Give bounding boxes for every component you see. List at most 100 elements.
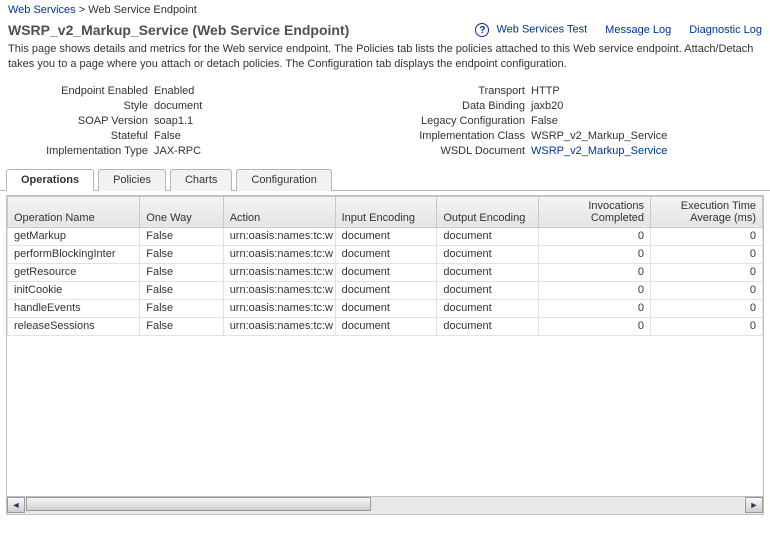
cell-invocations: 0 [539,317,651,335]
cell-name: getMarkup [8,227,140,245]
prop-label: Implementation Class [385,130,525,142]
prop-value: WSRP_v2_Markup_Service [531,130,762,142]
table-row[interactable]: getMarkupFalseurn:oasis:names:tc:wdocume… [8,227,763,245]
cell-oneway: False [140,299,223,317]
prop-value: JAX-RPC [154,145,385,157]
cell-output: document [437,299,539,317]
column-header-input[interactable]: Input Encoding [335,196,437,227]
prop-value: False [531,115,762,127]
prop-label: Transport [385,85,525,97]
prop-value: HTTP [531,85,762,97]
prop-label: Style [8,100,148,112]
cell-invocations: 0 [539,227,651,245]
prop-label: Legacy Configuration [385,115,525,127]
prop-label: Implementation Type [8,145,148,157]
cell-output: document [437,245,539,263]
header-links: ? Web Services Test Message Log Diagnost… [475,23,762,37]
page-title: WSRP_v2_Markup_Service (Web Service Endp… [8,22,349,38]
cell-oneway: False [140,245,223,263]
table-row[interactable]: initCookieFalseurn:oasis:names:tc:wdocum… [8,281,763,299]
cell-oneway: False [140,263,223,281]
breadcrumb-current: Web Service Endpoint [88,4,197,16]
cell-exectime: 0 [651,317,763,335]
cell-exectime: 0 [651,299,763,317]
cell-invocations: 0 [539,263,651,281]
cell-input: document [335,263,437,281]
cell-output: document [437,227,539,245]
operations-table-wrap: Operation NameOne WayActionInput Encodin… [6,195,764,515]
column-header-oneway[interactable]: One Way [140,196,223,227]
cell-input: document [335,245,437,263]
prop-value: soap1.1 [154,115,385,127]
prop-value: Enabled [154,85,385,97]
prop-label: Data Binding [385,100,525,112]
cell-exectime: 0 [651,263,763,281]
cell-output: document [437,317,539,335]
cell-invocations: 0 [539,299,651,317]
tab-operations[interactable]: Operations [6,169,94,191]
operations-table: Operation NameOne WayActionInput Encodin… [7,196,763,336]
scroll-track[interactable] [26,497,744,513]
breadcrumb-sep: > [79,4,85,16]
column-header-name[interactable]: Operation Name [8,196,140,227]
cell-name: initCookie [8,281,140,299]
cell-input: document [335,227,437,245]
column-header-invocations[interactable]: Invocations Completed [539,196,651,227]
cell-input: document [335,299,437,317]
table-row[interactable]: performBlockingInterFalseurn:oasis:names… [8,245,763,263]
prop-value: document [154,100,385,112]
diagnostic-log-link[interactable]: Diagnostic Log [689,24,762,36]
tabs: OperationsPoliciesChartsConfiguration [0,169,770,191]
cell-action: urn:oasis:names:tc:w [223,317,335,335]
cell-name: getResource [8,263,140,281]
page-description: This page shows details and metrics for … [0,40,770,81]
scroll-right-icon[interactable]: ► [745,497,763,513]
properties: Endpoint Enabled Enabled Style document SOAP… [0,81,770,169]
cell-output: document [437,281,539,299]
prop-label: Stateful [8,130,148,142]
prop-value[interactable]: WSRP_v2_Markup_Service [531,145,762,157]
web-services-test-link[interactable]: Web Services Test [496,24,587,36]
cell-action: urn:oasis:names:tc:w [223,263,335,281]
column-header-action[interactable]: Action [223,196,335,227]
prop-label: SOAP Version [8,115,148,127]
tab-configuration[interactable]: Configuration [236,169,331,191]
prop-label: Endpoint Enabled [8,85,148,97]
message-log-link[interactable]: Message Log [605,24,671,36]
cell-name: performBlockingInter [8,245,140,263]
cell-invocations: 0 [539,245,651,263]
help-icon: ? [475,23,489,37]
cell-action: urn:oasis:names:tc:w [223,245,335,263]
cell-action: urn:oasis:names:tc:w [223,299,335,317]
cell-input: document [335,281,437,299]
tab-charts[interactable]: Charts [170,169,232,191]
breadcrumb: Web Services > Web Service Endpoint [0,0,770,20]
prop-label: WSDL Document [385,145,525,157]
tab-policies[interactable]: Policies [98,169,166,191]
prop-value: jaxb20 [531,100,762,112]
cell-name: handleEvents [8,299,140,317]
cell-oneway: False [140,281,223,299]
wsdl-document-link[interactable]: WSRP_v2_Markup_Service [531,145,667,157]
cell-oneway: False [140,317,223,335]
cell-exectime: 0 [651,227,763,245]
table-row[interactable]: releaseSessionsFalseurn:oasis:names:tc:w… [8,317,763,335]
column-header-output[interactable]: Output Encoding [437,196,539,227]
column-header-exectime[interactable]: Execution Time Average (ms) [651,196,763,227]
cell-name: releaseSessions [8,317,140,335]
table-row[interactable]: handleEventsFalseurn:oasis:names:tc:wdoc… [8,299,763,317]
cell-exectime: 0 [651,281,763,299]
cell-exectime: 0 [651,245,763,263]
cell-oneway: False [140,227,223,245]
cell-input: document [335,317,437,335]
cell-invocations: 0 [539,281,651,299]
scroll-thumb[interactable] [26,497,371,511]
horizontal-scrollbar[interactable]: ◄ ► [7,496,763,514]
breadcrumb-root[interactable]: Web Services [8,4,76,16]
cell-action: urn:oasis:names:tc:w [223,281,335,299]
cell-action: urn:oasis:names:tc:w [223,227,335,245]
table-row[interactable]: getResourceFalseurn:oasis:names:tc:wdocu… [8,263,763,281]
cell-output: document [437,263,539,281]
prop-value: False [154,130,385,142]
scroll-left-icon[interactable]: ◄ [7,497,25,513]
